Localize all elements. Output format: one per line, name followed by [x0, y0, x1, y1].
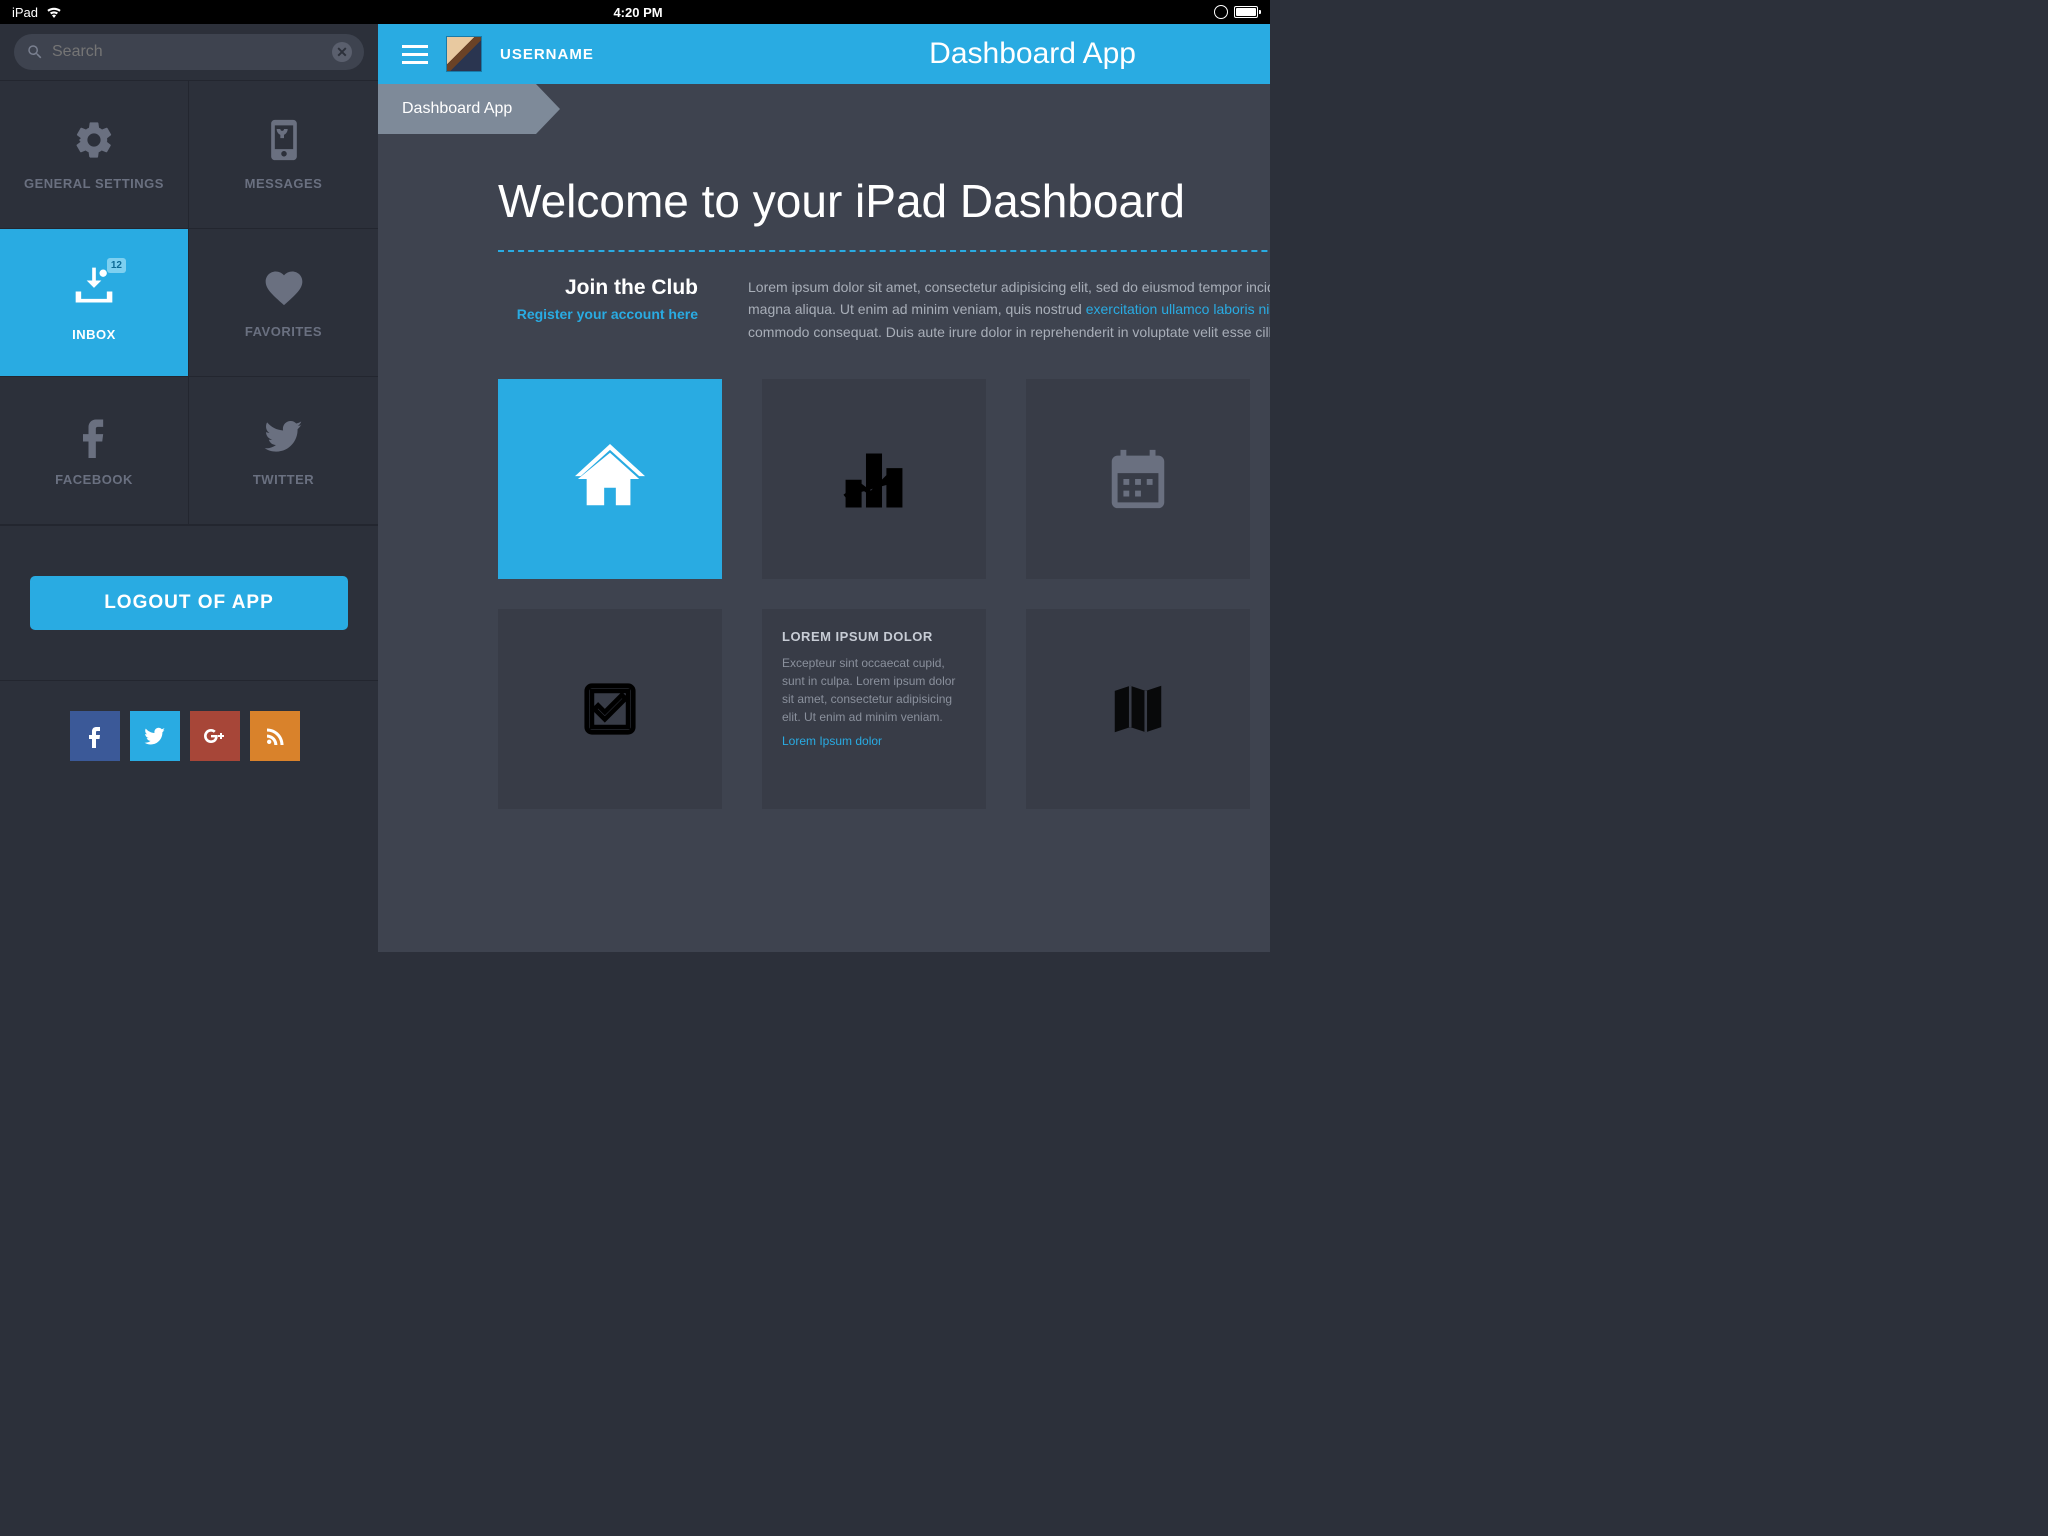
- tile-map[interactable]: [1026, 609, 1250, 809]
- sidebar-label: TWITTER: [253, 472, 314, 487]
- device-label: iPad: [12, 5, 38, 20]
- sidebar: ✕ GENERAL SETTINGS MESSAGES 12 INBOX: [0, 24, 378, 952]
- sidebar-item-favorites[interactable]: FAVORITES: [189, 229, 378, 377]
- social-rss[interactable]: [250, 711, 300, 761]
- inbox-badge: 12: [107, 258, 126, 273]
- rss-icon: [263, 724, 287, 748]
- sidebar-item-twitter[interactable]: TWITTER: [189, 377, 378, 525]
- heart-icon: [262, 266, 306, 310]
- app-title: Dashboard App: [612, 37, 1246, 71]
- calendar-icon: [1103, 444, 1173, 514]
- facebook-icon: [72, 414, 116, 458]
- avatar[interactable]: [446, 36, 482, 72]
- inline-link[interactable]: exercitation ullamco laboris nisi ut ali…: [1086, 301, 1270, 317]
- tile-home[interactable]: [498, 379, 722, 579]
- status-bar: iPad 4:20 PM: [0, 0, 1270, 24]
- register-link[interactable]: Register your account here: [517, 306, 698, 322]
- breadcrumb: Dashboard App: [378, 84, 1270, 134]
- google-plus-icon: [203, 724, 227, 748]
- top-bar: USERNAME Dashboard App: [378, 24, 1270, 84]
- tile-analytics[interactable]: [762, 379, 986, 579]
- clock-icon: [1214, 5, 1228, 19]
- map-icon: [1107, 678, 1169, 740]
- main-content: USERNAME Dashboard App Dashboard App Wel…: [378, 24, 1270, 952]
- sidebar-label: INBOX: [72, 327, 116, 342]
- sidebar-item-facebook[interactable]: FACEBOOK: [0, 377, 189, 525]
- sidebar-grid: GENERAL SETTINGS MESSAGES 12 INBOX FAVOR…: [0, 80, 378, 525]
- twitter-icon: [143, 724, 167, 748]
- search-icon: [26, 43, 44, 61]
- social-row: [0, 681, 378, 761]
- card-title: LOREM IPSUM DOLOR: [782, 629, 933, 644]
- breadcrumb-item[interactable]: Dashboard App: [378, 84, 536, 134]
- tile-text-card[interactable]: LOREM IPSUM DOLOR Excepteur sint occaeca…: [762, 609, 986, 809]
- social-facebook[interactable]: [70, 711, 120, 761]
- social-twitter[interactable]: [130, 711, 180, 761]
- home-icon: [575, 444, 645, 514]
- intro-text: Lorem ipsum dolor sit amet, consectetur …: [748, 276, 1270, 343]
- tile-checkbox[interactable]: [498, 609, 722, 809]
- logout-button[interactable]: LOGOUT OF APP: [30, 576, 348, 630]
- wifi-icon: [46, 6, 62, 18]
- card-link[interactable]: Lorem Ipsum dolor: [782, 734, 882, 748]
- messages-icon: [262, 118, 306, 162]
- social-google-plus[interactable]: [190, 711, 240, 761]
- sidebar-label: FACEBOOK: [55, 472, 133, 487]
- battery-icon: [1234, 6, 1258, 18]
- intro-heading: Join the Club: [498, 276, 698, 300]
- sidebar-label: GENERAL SETTINGS: [24, 176, 164, 191]
- sidebar-item-inbox[interactable]: 12 INBOX: [0, 229, 189, 377]
- divider: [498, 250, 1270, 252]
- username-label: USERNAME: [500, 46, 594, 63]
- card-body: Excepteur sint occaecat cupid, sunt in c…: [782, 654, 966, 726]
- facebook-icon: [83, 724, 107, 748]
- sidebar-label: MESSAGES: [245, 176, 323, 191]
- clock-time: 4:20 PM: [62, 5, 1214, 20]
- tile-calendar[interactable]: [1026, 379, 1250, 579]
- clear-icon[interactable]: ✕: [332, 42, 352, 62]
- checkbox-icon: [579, 678, 641, 740]
- gears-icon: [72, 118, 116, 162]
- search-input[interactable]: ✕: [14, 34, 364, 70]
- twitter-icon: [262, 414, 306, 458]
- welcome-heading: Welcome to your iPad Dashboard: [498, 174, 1270, 228]
- menu-button[interactable]: [402, 45, 428, 64]
- sidebar-item-general-settings[interactable]: GENERAL SETTINGS: [0, 81, 189, 229]
- search-field[interactable]: [52, 43, 324, 61]
- sidebar-item-messages[interactable]: MESSAGES: [189, 81, 378, 229]
- sidebar-label: FAVORITES: [245, 324, 322, 339]
- chart-icon: [839, 444, 909, 514]
